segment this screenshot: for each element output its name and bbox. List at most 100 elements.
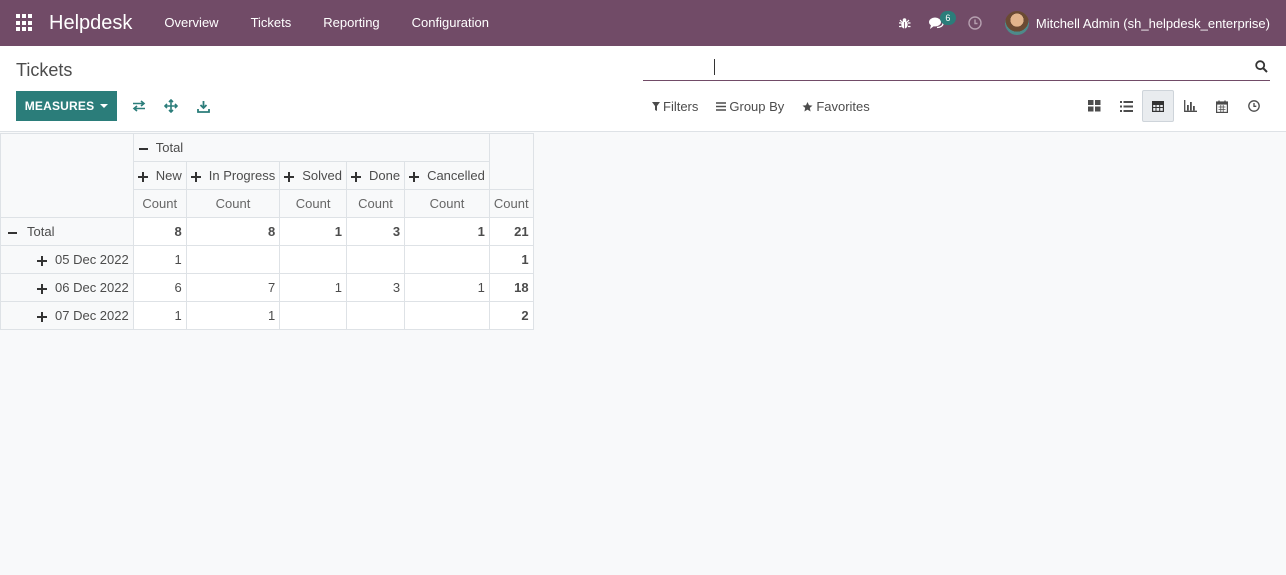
filters-button[interactable]: Filters bbox=[652, 99, 698, 114]
col-header-solved[interactable]: Solved bbox=[279, 161, 347, 190]
graph-view-icon[interactable] bbox=[1174, 90, 1206, 122]
col-header-done[interactable]: Done bbox=[345, 161, 406, 190]
main-menu: Overview Tickets Reporting Configuration bbox=[148, 0, 505, 46]
row-header[interactable]: 05 Dec 2022 bbox=[0, 245, 134, 274]
search-input[interactable] bbox=[643, 54, 1243, 80]
row-header-total[interactable]: Total bbox=[0, 217, 134, 246]
search-icon[interactable] bbox=[1255, 60, 1268, 76]
activity-view-icon[interactable] bbox=[1238, 90, 1270, 122]
row-label: 07 Dec 2022 bbox=[55, 308, 129, 323]
flip-axis-icon[interactable] bbox=[131, 98, 147, 114]
cell-value[interactable]: 8 bbox=[185, 217, 281, 246]
cell-value[interactable] bbox=[345, 301, 406, 330]
expand-all-icon[interactable] bbox=[163, 98, 179, 114]
cell-value[interactable]: 1 bbox=[404, 273, 490, 302]
menu-configuration[interactable]: Configuration bbox=[396, 0, 505, 46]
cell-value-total[interactable]: 18 bbox=[488, 273, 534, 302]
col-header-total[interactable]: Total bbox=[132, 133, 490, 162]
expand-plus-icon bbox=[350, 171, 361, 182]
chat-count-badge: 6 bbox=[939, 11, 956, 25]
menu-tickets[interactable]: Tickets bbox=[235, 0, 308, 46]
apps-menu-icon[interactable] bbox=[16, 14, 34, 32]
expand-plus-icon bbox=[190, 171, 201, 182]
search-options: Filters Group By Favorites bbox=[652, 99, 888, 114]
measures-label: MEASURES bbox=[24, 99, 95, 113]
kanban-view-icon[interactable] bbox=[1078, 90, 1110, 122]
download-icon[interactable] bbox=[195, 98, 211, 114]
cell-value[interactable] bbox=[404, 245, 490, 274]
filter-icon bbox=[652, 102, 660, 111]
pivot-table: Total New In Progress Solved Done Cancel… bbox=[0, 133, 534, 330]
activity-clock-icon[interactable] bbox=[959, 0, 991, 46]
top-navbar: Helpdesk Overview Tickets Reporting Conf… bbox=[0, 0, 1286, 46]
cell-value[interactable]: 1 bbox=[185, 301, 281, 330]
measures-button[interactable]: MEASURES bbox=[16, 91, 117, 121]
cell-value[interactable] bbox=[185, 245, 281, 274]
menu-reporting[interactable]: Reporting bbox=[307, 0, 395, 46]
col-group-label: Total bbox=[155, 140, 184, 155]
col-header-new[interactable]: New bbox=[132, 161, 187, 190]
row-label: Total bbox=[27, 224, 55, 239]
col-header-cancelled[interactable]: Cancelled bbox=[404, 161, 490, 190]
cell-value[interactable]: 1 bbox=[404, 217, 490, 246]
control-panel: Tickets MEASURES Filters Group By Favori… bbox=[0, 46, 1286, 132]
group-by-icon bbox=[716, 102, 727, 111]
star-icon bbox=[802, 101, 813, 111]
expand-plus-icon bbox=[284, 171, 295, 182]
cell-value[interactable]: 3 bbox=[345, 217, 406, 246]
measure-header[interactable]: Count bbox=[185, 189, 281, 218]
cell-value[interactable] bbox=[279, 245, 347, 274]
row-header[interactable]: 06 Dec 2022 bbox=[0, 273, 134, 302]
expand-plus-icon bbox=[137, 171, 148, 182]
cell-value-total[interactable]: 21 bbox=[488, 217, 534, 246]
group-by-button[interactable]: Group By bbox=[716, 99, 784, 114]
row-header[interactable]: 07 Dec 2022 bbox=[0, 301, 134, 330]
favorites-label: Favorites bbox=[816, 99, 870, 114]
table-row: 07 Dec 2022 1 1 2 bbox=[0, 301, 534, 330]
pivot-view-icon[interactable] bbox=[1142, 90, 1174, 122]
avatar bbox=[1004, 11, 1029, 35]
col-label: In Progress bbox=[208, 168, 276, 183]
favorites-button[interactable]: Favorites bbox=[802, 99, 870, 114]
cell-value[interactable] bbox=[279, 301, 347, 330]
measure-header[interactable]: Count bbox=[404, 189, 490, 218]
user-name: Mitchell Admin (sh_helpdesk_enterprise) bbox=[1035, 15, 1270, 31]
cell-value[interactable]: 6 bbox=[132, 273, 187, 302]
expand-plus-icon bbox=[37, 283, 47, 294]
expand-plus-icon bbox=[409, 171, 420, 182]
measure-header[interactable]: Count bbox=[488, 189, 534, 218]
expand-plus-icon bbox=[37, 255, 47, 266]
calendar-view-icon[interactable] bbox=[1206, 90, 1238, 122]
cell-value[interactable]: 7 bbox=[185, 273, 281, 302]
search-bar bbox=[643, 54, 1270, 81]
col-header-in-progress[interactable]: In Progress bbox=[185, 161, 281, 190]
list-view-icon[interactable] bbox=[1110, 90, 1142, 122]
caret-down-icon bbox=[100, 104, 109, 108]
cell-value-total[interactable]: 2 bbox=[488, 301, 534, 330]
expand-plus-icon bbox=[37, 311, 47, 322]
messaging-icon[interactable]: 6 bbox=[921, 0, 956, 46]
cell-value[interactable] bbox=[345, 245, 406, 274]
debug-bug-icon[interactable] bbox=[889, 0, 921, 46]
row-label: 06 Dec 2022 bbox=[55, 280, 129, 295]
app-name[interactable]: Helpdesk bbox=[49, 12, 132, 35]
cell-value[interactable]: 1 bbox=[132, 301, 187, 330]
user-menu[interactable]: Mitchell Admin (sh_helpdesk_enterprise) bbox=[1004, 11, 1270, 35]
measure-header[interactable]: Count bbox=[132, 189, 187, 218]
pivot-corner bbox=[0, 133, 134, 218]
cell-value[interactable] bbox=[404, 301, 490, 330]
cell-value[interactable]: 8 bbox=[132, 217, 187, 246]
view-switcher bbox=[1078, 90, 1270, 122]
cell-value[interactable]: 3 bbox=[345, 273, 406, 302]
cell-value[interactable]: 1 bbox=[279, 273, 347, 302]
measure-header[interactable]: Count bbox=[345, 189, 406, 218]
text-cursor bbox=[714, 59, 715, 75]
filters-label: Filters bbox=[663, 99, 699, 114]
row-label: 05 Dec 2022 bbox=[55, 252, 129, 267]
cell-value-total[interactable]: 1 bbox=[488, 245, 534, 274]
cell-value[interactable]: 1 bbox=[279, 217, 347, 246]
menu-overview[interactable]: Overview bbox=[148, 0, 234, 46]
measure-header[interactable]: Count bbox=[279, 189, 347, 218]
col-label: Solved bbox=[302, 168, 342, 183]
cell-value[interactable]: 1 bbox=[132, 245, 187, 274]
